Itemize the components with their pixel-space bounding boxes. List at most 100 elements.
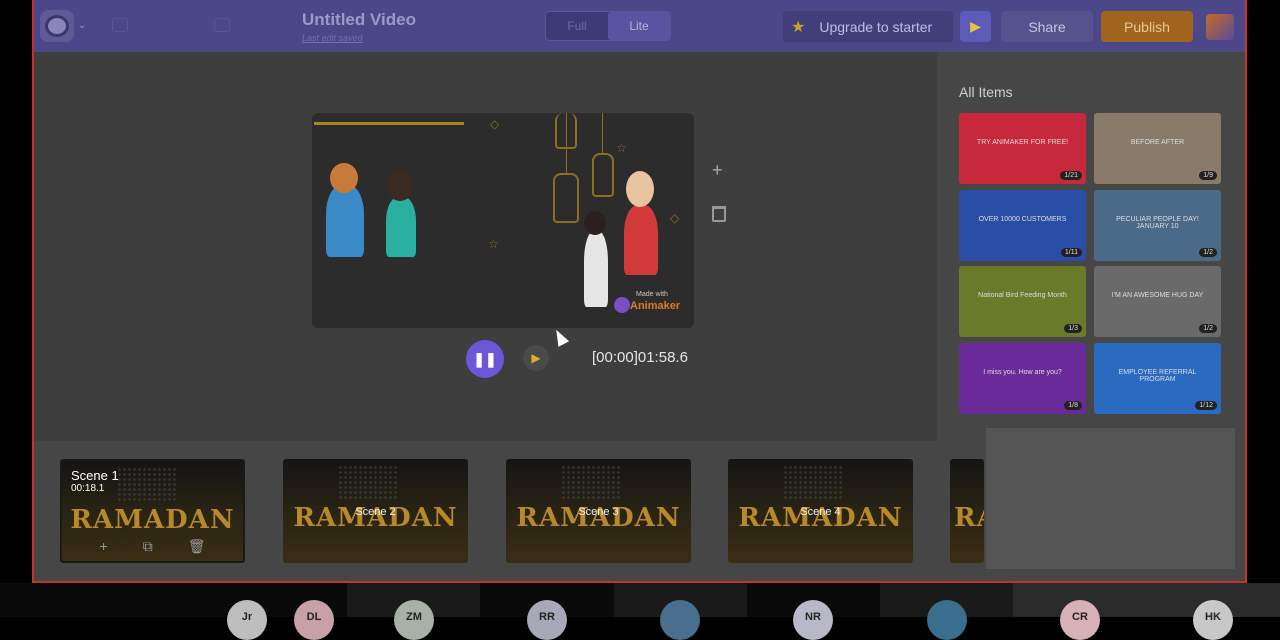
scene-backdrop <box>561 465 621 499</box>
scene-backdrop <box>783 465 843 499</box>
character-woman-head <box>386 169 414 201</box>
scene-count-badge: 1/2 <box>1199 248 1217 257</box>
participant-avatar[interactable]: CR <box>1060 600 1100 640</box>
scene-thumbnail[interactable]: RAMADAN <box>950 459 984 563</box>
thumbnail-text: EMPLOYEE REFERRAL PROGRAM <box>1118 369 1197 383</box>
mouse-cursor-icon <box>550 327 570 347</box>
lantern-string <box>602 113 603 153</box>
template-thumbnail[interactable]: EMPLOYEE REFERRAL PROGRAM 1/12 <box>1094 343 1221 414</box>
publish-button[interactable]: Publish <box>1101 11 1193 42</box>
folder-icon[interactable] <box>112 18 128 32</box>
participant-avatar[interactable]: HK <box>1193 600 1233 640</box>
scene-thumbnail[interactable]: RAMADAN Scene 4 <box>728 459 913 563</box>
app-logo[interactable] <box>40 10 74 42</box>
thumbnail-text: TRY ANIMAKER FOR FREE! <box>976 139 1069 146</box>
template-thumbnail[interactable]: I'M AN AWESOME HUG DAY 1/2 <box>1094 266 1221 337</box>
overlay-panel <box>986 428 1235 569</box>
thumbnail-text: I miss you. How are you? <box>983 369 1062 376</box>
trash-icon[interactable] <box>712 206 726 222</box>
star-decoration-icon: ◇ <box>490 117 500 131</box>
participant-avatar[interactable] <box>660 600 700 640</box>
lantern-icon <box>592 153 614 197</box>
scene-tools: + ⧉ 🗑 <box>62 538 243 555</box>
animaker-watermark: Made with Animaker <box>612 291 692 317</box>
participant-avatar[interactable]: Jr <box>227 600 267 640</box>
scene-thumbnail[interactable]: RAMADAN Scene 2 <box>283 459 468 563</box>
template-thumbnail[interactable]: TRY ANIMAKER FOR FREE! 1/21 <box>959 113 1086 184</box>
play-scene-button[interactable]: ▶ <box>523 345 549 371</box>
scene-count-badge: 1/9 <box>1199 171 1217 180</box>
scene-count-badge: 1/3 <box>1064 324 1082 333</box>
project-title[interactable]: Untitled Video <box>302 10 416 30</box>
template-thumbnail[interactable]: OVER 10000 CUSTOMERS 1/11 <box>959 190 1086 261</box>
template-thumbnail[interactable]: PECULIAR PEOPLE DAY! JANUARY 10 1/2 <box>1094 190 1221 261</box>
animaker-logo-icon <box>614 297 630 313</box>
character-man-sitting <box>326 185 364 257</box>
duplicate-icon[interactable]: ⧉ <box>143 538 153 555</box>
add-icon[interactable]: + <box>100 538 108 555</box>
thumbnail-text: PECULIAR PEOPLE DAY! JANUARY 10 <box>1116 216 1199 230</box>
star-decoration-icon: ☆ <box>616 141 627 155</box>
scene-count-badge: 1/2 <box>1199 324 1217 333</box>
upgrade-label: Upgrade to starter <box>819 18 933 35</box>
scene-thumbnail[interactable]: RAMADAN Scene 3 <box>506 459 691 563</box>
star-decoration-icon: ☆ <box>488 237 499 251</box>
lantern-icon <box>553 173 579 223</box>
play-icon: ▶ <box>531 351 541 365</box>
watermark-brand: Animaker <box>630 300 681 312</box>
pause-icon: ❚❚ <box>473 350 497 367</box>
character-woman-teal <box>386 197 416 257</box>
preview-play-button[interactable]: ▶ <box>960 11 991 42</box>
mode-full[interactable]: Full <box>546 12 608 40</box>
character-woman-white <box>584 231 608 307</box>
scene-backdrop <box>117 467 177 501</box>
scene-duration: 00:18.1 <box>71 483 105 494</box>
scene-count-badge: 1/8 <box>1064 401 1082 410</box>
thumbnail-text: I'M AN AWESOME HUG DAY <box>1111 292 1204 299</box>
character-man-red-head <box>626 171 654 207</box>
scene-art-text: RAMADAN <box>70 505 235 535</box>
character-man-head <box>330 163 358 193</box>
scene-backdrop <box>338 465 398 499</box>
mode-toggle: Full Lite <box>545 11 671 41</box>
scene-thumbnail[interactable]: RAMADAN Scene 1 00:18.1 + ⧉ 🗑 <box>60 459 245 563</box>
participant-avatar[interactable]: RR <box>527 600 567 640</box>
participant-avatar[interactable]: NR <box>793 600 833 640</box>
participant-avatar[interactable] <box>927 600 967 640</box>
save-status: Last edit saved <box>302 33 363 43</box>
scene-label: Scene 2 <box>355 506 396 518</box>
scene-name: Scene 1 <box>71 468 119 483</box>
lantern-icon <box>555 113 577 149</box>
template-thumbnail[interactable]: I miss you. How are you? 1/8 <box>959 343 1086 414</box>
editor-window: ⌄ Untitled Video Last edit saved Full Li… <box>32 0 1247 583</box>
upgrade-button[interactable]: ★ Upgrade to starter <box>783 11 953 42</box>
trash-icon[interactable]: 🗑 <box>188 538 206 555</box>
participant-avatar[interactable]: DL <box>294 600 334 640</box>
participant-avatar[interactable]: ZM <box>394 600 434 640</box>
scene-art-text: RAMADAN <box>954 503 984 533</box>
add-scene-icon[interactable]: + <box>712 160 723 181</box>
logo-mark <box>45 15 69 37</box>
chevron-down-icon[interactable]: ⌄ <box>78 20 86 31</box>
pause-button[interactable]: ❚❚ <box>466 340 504 378</box>
thumbnail-text: National Bird Feeding Month <box>978 292 1067 299</box>
user-avatar[interactable] <box>1206 14 1234 40</box>
panel-title: All Items <box>959 84 1013 100</box>
watermark-made-with: Made with <box>636 291 668 298</box>
scene-label: Scene 3 <box>578 506 619 518</box>
scene-count-badge: 1/21 <box>1060 171 1082 180</box>
star-decoration-icon: ◇ <box>670 211 680 225</box>
template-thumbnail[interactable]: BEFORE AFTER 1/9 <box>1094 113 1221 184</box>
play-icon: ▶ <box>970 18 981 34</box>
thumbnail-text: BEFORE AFTER <box>1130 139 1185 146</box>
video-stage[interactable]: ◇ ☆ ☆ ◇ Made with Animaker <box>312 113 694 328</box>
timecode: [00:00]01:58.6 <box>592 349 688 366</box>
top-bar: ⌄ Untitled Video Last edit saved Full Li… <box>34 0 1245 52</box>
template-thumbnail[interactable]: National Bird Feeding Month 1/3 <box>959 266 1086 337</box>
share-button[interactable]: Share <box>1001 11 1093 42</box>
mode-lite[interactable]: Lite <box>608 12 670 40</box>
undo-icon[interactable] <box>214 18 230 32</box>
participant-tile <box>1013 583 1280 617</box>
items-panel: All Items TRY ANIMAKER FOR FREE! 1/21 BEFO… <box>937 52 1245 442</box>
scene-count-badge: 1/12 <box>1195 401 1217 410</box>
